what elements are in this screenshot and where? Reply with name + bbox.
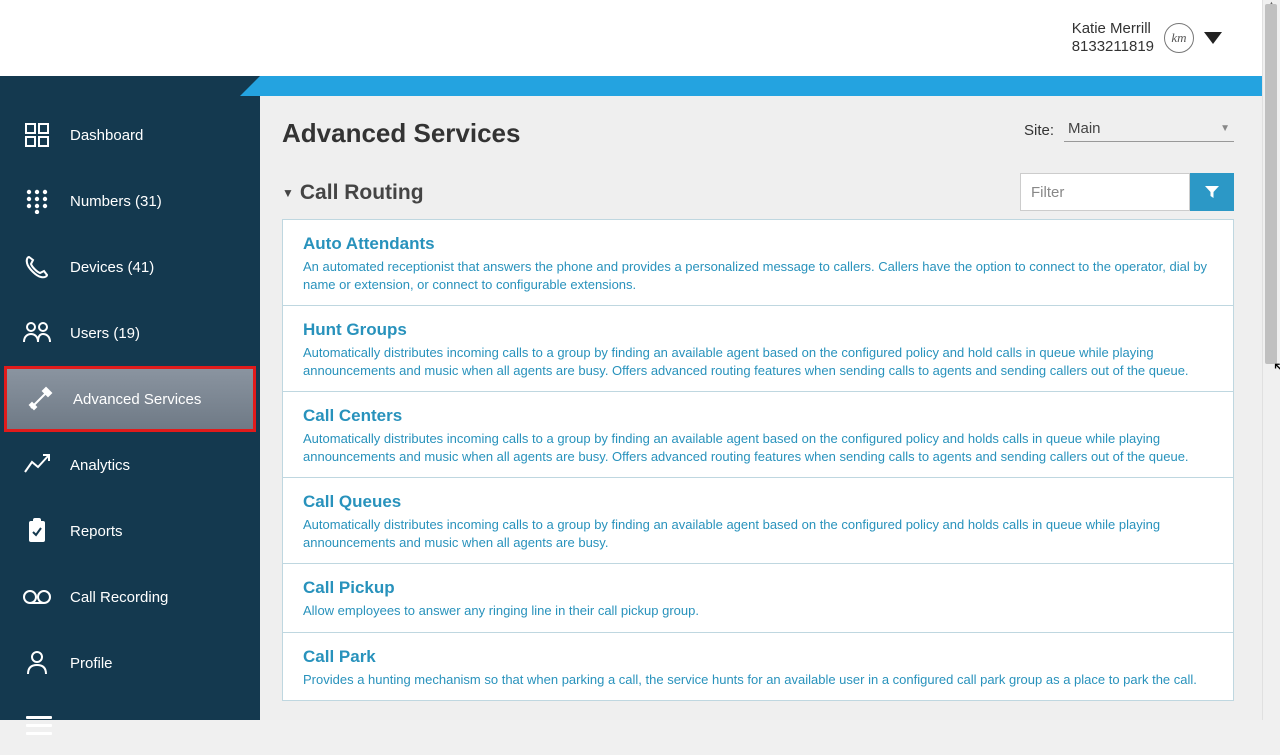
scrollbar-thumb[interactable] <box>1265 4 1277 364</box>
sidebar: Dashboard Numbers (31) Devices (41) User… <box>0 96 260 720</box>
sidebar-item-users[interactable]: Users (19) <box>0 300 260 366</box>
filter-button[interactable] <box>1190 173 1234 211</box>
service-desc: Provides a hunting mechanism so that whe… <box>303 671 1213 689</box>
top-bar: Katie Merrill 8133211819 km <box>0 0 1262 76</box>
service-auto-attendants[interactable]: Auto Attendants An automated receptionis… <box>283 220 1233 306</box>
site-label: Site: <box>1024 122 1054 139</box>
service-list: Auto Attendants An automated receptionis… <box>282 219 1234 701</box>
service-desc: An automated receptionist that answers t… <box>303 258 1213 293</box>
service-title: Hunt Groups <box>303 320 1213 340</box>
service-desc: Automatically distributes incoming calls… <box>303 344 1213 379</box>
user-name: Katie Merrill <box>1072 20 1154 38</box>
sidebar-item-label: Advanced Services <box>73 391 201 408</box>
service-title: Call Park <box>303 647 1213 667</box>
menu-toggle-icon[interactable] <box>0 696 78 755</box>
analytics-icon <box>22 450 52 480</box>
section-title-label: Call Routing <box>300 181 424 205</box>
site-select[interactable]: Main ▼ <box>1064 118 1234 142</box>
sidebar-item-advanced-services[interactable]: Advanced Services <box>4 366 256 432</box>
service-title: Call Queues <box>303 492 1213 512</box>
caret-down-icon: ▼ <box>282 186 294 200</box>
sidebar-item-numbers[interactable]: Numbers (31) <box>0 168 260 234</box>
users-icon <box>22 318 52 348</box>
service-title: Call Pickup <box>303 578 1213 598</box>
service-call-queues[interactable]: Call Queues Automatically distributes in… <box>283 478 1233 564</box>
sidebar-item-label: Users (19) <box>70 325 140 342</box>
sidebar-item-reports[interactable]: Reports <box>0 498 260 564</box>
site-selector-row: Site: Main ▼ <box>1024 118 1234 142</box>
funnel-icon <box>1204 184 1220 200</box>
user-block: Katie Merrill 8133211819 <box>1072 20 1154 56</box>
sidebar-item-label: Reports <box>70 523 123 540</box>
profile-icon <box>22 648 52 678</box>
site-selected-value: Main <box>1068 120 1101 137</box>
sidebar-item-dashboard[interactable]: Dashboard <box>0 102 260 168</box>
service-call-centers[interactable]: Call Centers Automatically distributes i… <box>283 392 1233 478</box>
service-desc: Allow employees to answer any ringing li… <box>303 602 1213 620</box>
sidebar-item-label: Call Recording <box>70 589 168 606</box>
service-hunt-groups[interactable]: Hunt Groups Automatically distributes in… <box>283 306 1233 392</box>
grid-icon <box>22 120 52 150</box>
service-call-pickup[interactable]: Call Pickup Allow employees to answer an… <box>283 564 1233 633</box>
chevron-down-icon: ▼ <box>1220 123 1230 134</box>
filter-input[interactable] <box>1020 173 1190 211</box>
user-menu-caret-icon[interactable] <box>1204 32 1222 44</box>
sidebar-item-profile[interactable]: Profile <box>0 630 260 696</box>
main-content: Advanced Services Site: Main ▼ ▼ Call Ro… <box>260 96 1262 720</box>
accent-strip <box>0 76 1262 96</box>
service-title: Auto Attendants <box>303 234 1213 254</box>
avatar[interactable]: km <box>1164 23 1194 53</box>
phone-icon <box>22 252 52 282</box>
sidebar-item-label: Analytics <box>70 457 130 474</box>
page-title: Advanced Services <box>282 118 520 149</box>
sidebar-item-call-recording[interactable]: Call Recording <box>0 564 260 630</box>
user-phone: 8133211819 <box>1072 38 1154 56</box>
clipboard-icon <box>22 516 52 546</box>
scrollbar[interactable]: ▲ <box>1262 0 1280 720</box>
sidebar-item-devices[interactable]: Devices (41) <box>0 234 260 300</box>
sidebar-item-label: Dashboard <box>70 127 143 144</box>
sidebar-item-label: Devices (41) <box>70 259 154 276</box>
service-title: Call Centers <box>303 406 1213 426</box>
sidebar-item-label: Profile <box>70 655 113 672</box>
service-desc: Automatically distributes incoming calls… <box>303 430 1213 465</box>
sidebar-item-label: Numbers (31) <box>70 193 162 210</box>
dialpad-icon <box>22 186 52 216</box>
service-desc: Automatically distributes incoming calls… <box>303 516 1213 551</box>
service-call-park[interactable]: Call Park Provides a hunting mechanism s… <box>283 633 1233 701</box>
tools-icon <box>25 384 55 414</box>
sidebar-item-analytics[interactable]: Analytics <box>0 432 260 498</box>
recording-icon <box>22 582 52 612</box>
